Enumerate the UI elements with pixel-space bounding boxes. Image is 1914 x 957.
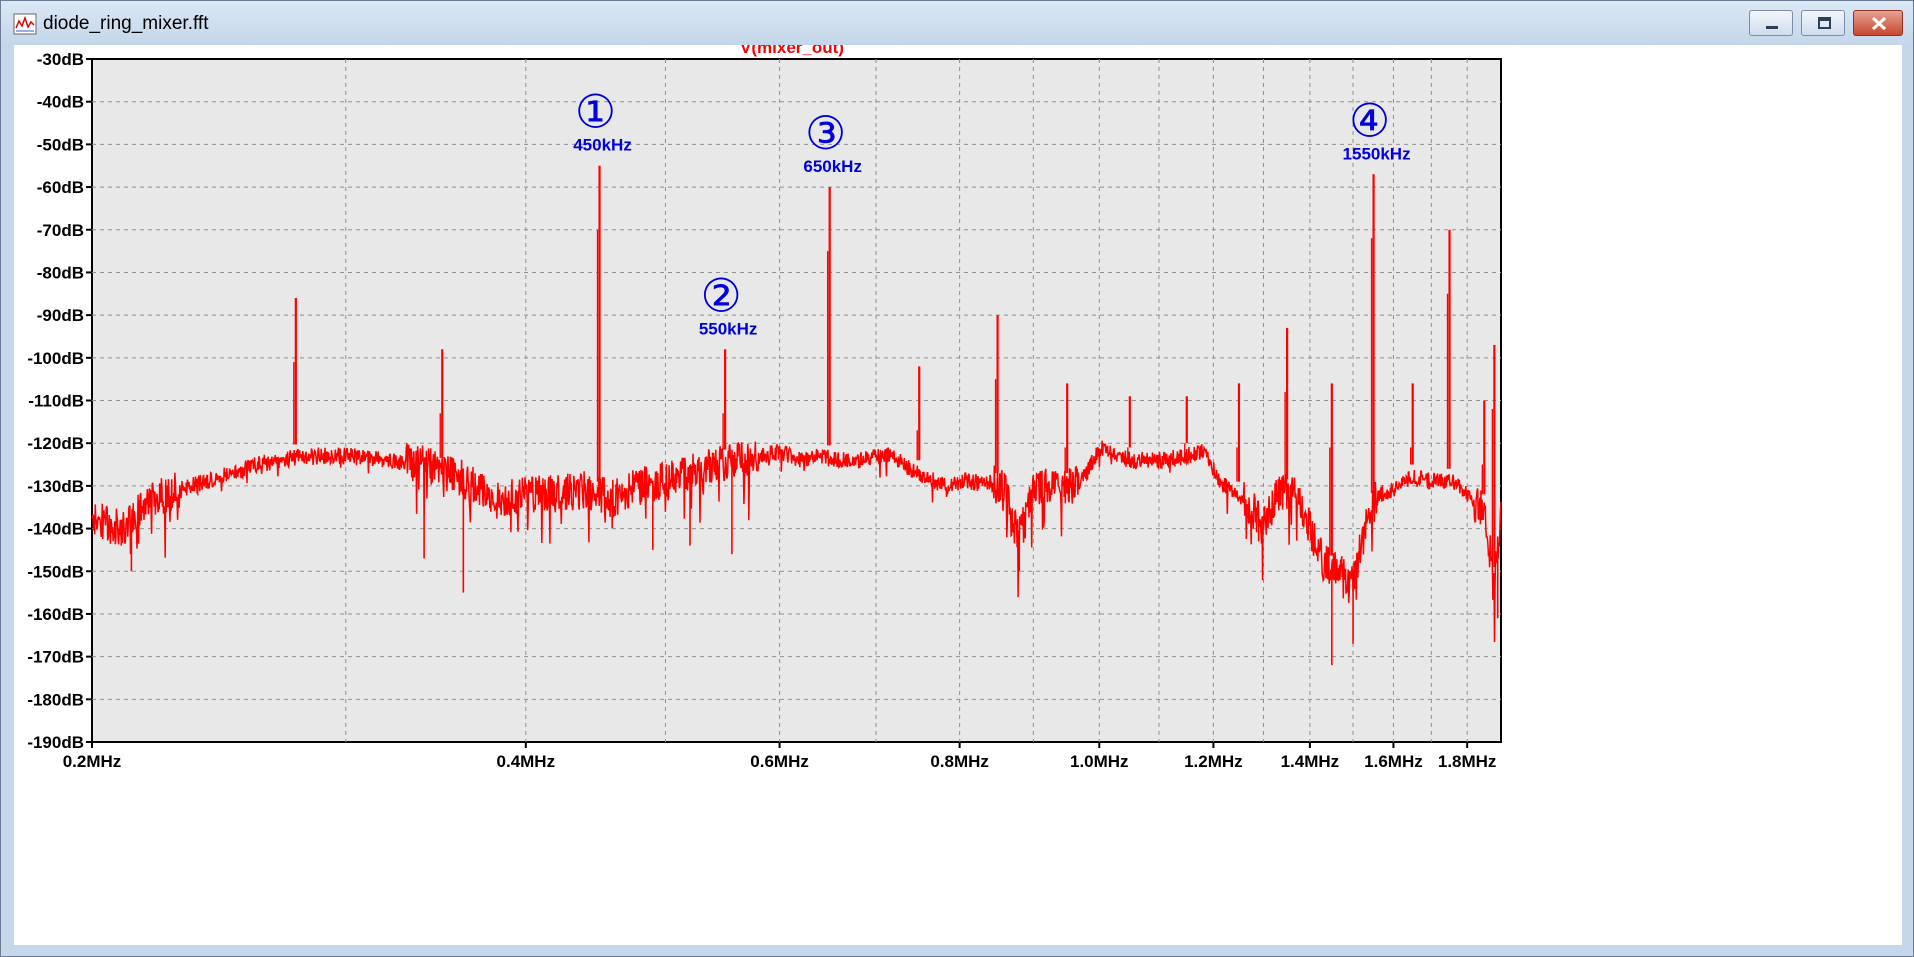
title-bar[interactable]: diode_ring_mixer.fft <box>1 1 1913 47</box>
annotation-label: 550kHz <box>699 319 758 338</box>
close-button[interactable] <box>1853 10 1903 36</box>
minimize-icon <box>1766 26 1778 29</box>
y-tick-label: -90dB <box>37 306 84 325</box>
x-tick-label: 0.2MHz <box>63 752 122 771</box>
x-tick-label: 1.8MHz <box>1438 752 1497 771</box>
y-tick-label: -190dB <box>27 733 84 752</box>
annotation-marker: ③ <box>805 106 846 160</box>
y-tick-label: -120dB <box>27 434 84 453</box>
plot-area[interactable]: -30dB -40dB -50dB -60dB -70dB -80dB -90dB -100d… <box>14 45 1902 945</box>
annotation-marker: ④ <box>1349 93 1390 147</box>
y-tick-label: -30dB <box>37 50 84 69</box>
x-tick-label: 0.8MHz <box>930 752 989 771</box>
x-axis: 0.2MHz 0.4MHz 0.6MHz 0.8MHz 1.0MHz 1.2MHz 1.4M… <box>63 742 1497 771</box>
y-tick-label: -60dB <box>37 178 84 197</box>
x-tick-label: 1.6MHz <box>1364 752 1423 771</box>
window-title: diode_ring_mixer.fft <box>43 13 209 34</box>
x-tick-label: 1.0MHz <box>1070 752 1129 771</box>
plot-window: diode_ring_mixer.fft -30dB -40dB -50dB -60d… <box>0 0 1914 957</box>
close-icon <box>1871 16 1887 31</box>
y-tick-label: -170dB <box>27 648 84 667</box>
x-tick-label: 0.4MHz <box>497 752 556 771</box>
minimize-button[interactable] <box>1749 10 1793 36</box>
waveform-icon <box>13 13 37 35</box>
annotation-marker: ② <box>700 268 741 322</box>
y-tick-label: -160dB <box>27 605 84 624</box>
annotation-label: 450kHz <box>573 136 632 155</box>
maximize-icon <box>1818 17 1831 29</box>
y-tick-label: -140dB <box>27 520 84 539</box>
y-axis: -30dB -40dB -50dB -60dB -70dB -80dB -90dB -100d… <box>27 50 92 752</box>
y-tick-label: -100dB <box>27 349 84 368</box>
annotation-label: 650kHz <box>803 157 862 176</box>
x-tick-label: 1.4MHz <box>1281 752 1340 771</box>
y-tick-label: -180dB <box>27 690 84 709</box>
y-tick-label: -130dB <box>27 477 84 496</box>
annotation-label: 1550kHz <box>1343 144 1411 163</box>
fft-chart[interactable]: -30dB -40dB -50dB -60dB -70dB -80dB -90dB -100d… <box>14 45 1902 945</box>
maximize-button[interactable] <box>1801 10 1845 36</box>
annotation-marker: ① <box>575 85 616 139</box>
y-tick-label: -80dB <box>37 263 84 282</box>
y-tick-label: -110dB <box>28 392 84 411</box>
chart-title[interactable]: V(mixer_out) <box>740 45 844 57</box>
y-tick-label: -40dB <box>37 93 84 112</box>
x-tick-label: 0.6MHz <box>750 752 809 771</box>
x-tick-label: 1.2MHz <box>1184 752 1243 771</box>
y-tick-label: -150dB <box>27 562 84 581</box>
y-tick-label: -70dB <box>37 221 84 240</box>
y-tick-label: -50dB <box>37 135 84 154</box>
